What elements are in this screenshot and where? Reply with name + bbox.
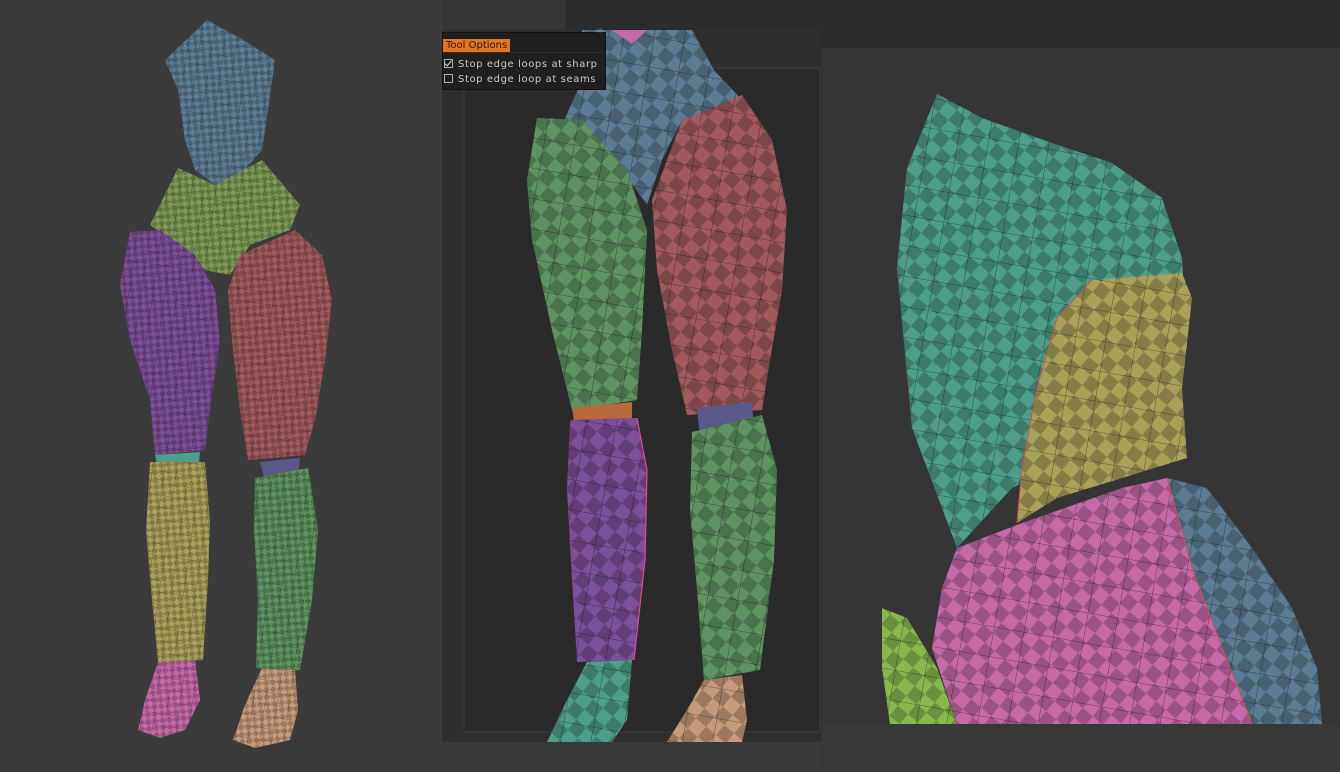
tool-options-panel[interactable]: Tool Options × Stop edge loops at sharp … bbox=[442, 27, 606, 90]
option-label: Stop edge loops at sharp bbox=[458, 59, 598, 70]
viewport-legs-closeup[interactable] bbox=[442, 30, 822, 742]
viewport-full-body[interactable] bbox=[0, 0, 442, 772]
mesh-thigh-right bbox=[228, 230, 332, 460]
mesh-foot-left bbox=[138, 660, 200, 738]
mesh-shin-left bbox=[146, 462, 210, 662]
mesh-shin-right bbox=[254, 468, 318, 670]
tool-options-title-bar[interactable]: Tool Options bbox=[443, 39, 605, 53]
option-label: Stop edge loop at seams bbox=[458, 74, 597, 85]
mesh-foot-right bbox=[233, 668, 298, 748]
checkbox-empty-icon[interactable] bbox=[444, 74, 453, 83]
tool-options-title: Tool Options bbox=[443, 39, 511, 52]
option-stop-edge-loop-seams[interactable]: Stop edge loop at seams bbox=[443, 73, 596, 86]
panel-divider-bottom bbox=[442, 742, 822, 772]
viewport-torso-closeup[interactable] bbox=[822, 48, 1340, 724]
panel-divider-bottom-right bbox=[822, 724, 1340, 772]
panel-divider-top bbox=[442, 0, 566, 30]
option-stop-edge-loops-sharp[interactable]: Stop edge loops at sharp bbox=[443, 58, 598, 71]
mesh-torso bbox=[165, 20, 275, 185]
checkbox-checked-icon[interactable] bbox=[444, 59, 453, 68]
close-icon[interactable]: × bbox=[596, 27, 603, 35]
mesh-shin-purple bbox=[567, 417, 648, 662]
